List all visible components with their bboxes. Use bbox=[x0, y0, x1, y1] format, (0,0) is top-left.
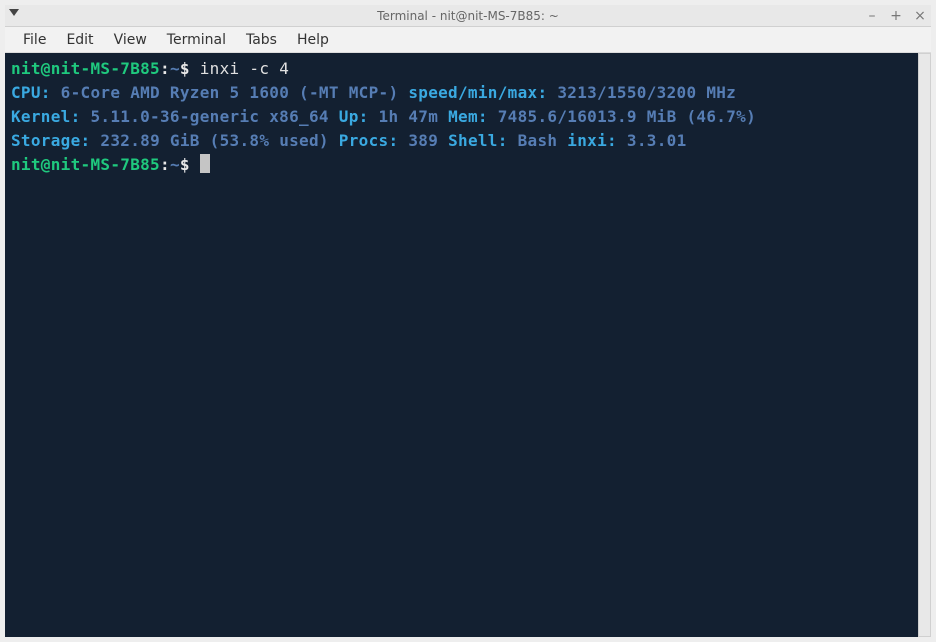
scrollbar-thumb[interactable] bbox=[918, 53, 931, 637]
prompt-line-1: nit@nit-MS-7B85:~$ inxi -c 4 bbox=[11, 57, 925, 81]
command-text: inxi -c 4 bbox=[200, 59, 289, 78]
shell-value: Bash bbox=[508, 131, 568, 150]
storage-value: 232.89 GiB (53.8% used) bbox=[90, 131, 338, 150]
procs-value: 389 bbox=[398, 131, 448, 150]
window-title: Terminal - nit@nit-MS-7B85: ~ bbox=[377, 9, 559, 23]
app-menu-icon[interactable] bbox=[9, 9, 19, 16]
menubar: File Edit View Terminal Tabs Help bbox=[5, 27, 931, 53]
window-controls: – + × bbox=[865, 5, 927, 26]
inxi-value: 3.3.01 bbox=[617, 131, 696, 150]
prompt-userhost: nit@nit-MS-7B85 bbox=[11, 59, 160, 78]
speed-value: 3213/1550/3200 MHz bbox=[547, 83, 746, 102]
prompt-symbol: $ bbox=[180, 59, 190, 78]
shell-label: Shell: bbox=[448, 131, 508, 150]
maximize-button[interactable]: + bbox=[889, 9, 903, 23]
menu-help[interactable]: Help bbox=[287, 29, 339, 51]
prompt-path: ~ bbox=[170, 59, 180, 78]
prompt-symbol-2: $ bbox=[180, 155, 190, 174]
minimize-button[interactable]: – bbox=[865, 9, 879, 23]
inxi-label: inxi: bbox=[567, 131, 617, 150]
speed-label: speed/min/max: bbox=[408, 83, 547, 102]
menu-terminal[interactable]: Terminal bbox=[157, 29, 236, 51]
menu-file[interactable]: File bbox=[13, 29, 56, 51]
scrollbar[interactable] bbox=[918, 53, 931, 637]
prompt-sep: : bbox=[160, 59, 170, 78]
terminal-window: Terminal - nit@nit-MS-7B85: ~ – + × File… bbox=[0, 0, 936, 642]
prompt-path-2: ~ bbox=[170, 155, 180, 174]
output-line-2: Kernel: 5.11.0-36-generic x86_64 Up: 1h … bbox=[11, 105, 925, 129]
output-line-3: Storage: 232.89 GiB (53.8% used) Procs: … bbox=[11, 129, 925, 153]
cpu-value: 6-Core AMD Ryzen 5 1600 (-MT MCP-) bbox=[51, 83, 409, 102]
close-button[interactable]: × bbox=[913, 9, 927, 23]
menu-edit[interactable]: Edit bbox=[56, 29, 103, 51]
prompt-userhost-2: nit@nit-MS-7B85 bbox=[11, 155, 160, 174]
terminal-area[interactable]: nit@nit-MS-7B85:~$ inxi -c 4 CPU: 6-Core… bbox=[5, 53, 931, 637]
prompt-line-2: nit@nit-MS-7B85:~$ bbox=[11, 153, 925, 177]
cpu-label: CPU: bbox=[11, 83, 51, 102]
menu-view[interactable]: View bbox=[104, 29, 157, 51]
menu-tabs[interactable]: Tabs bbox=[236, 29, 287, 51]
cursor bbox=[200, 154, 210, 173]
procs-label: Procs: bbox=[339, 131, 399, 150]
mem-value: 7485.6/16013.9 MiB (46.7%) bbox=[488, 107, 766, 126]
up-value: 1h 47m bbox=[369, 107, 448, 126]
storage-label: Storage: bbox=[11, 131, 90, 150]
up-label: Up: bbox=[339, 107, 369, 126]
kernel-value: 5.11.0-36-generic x86_64 bbox=[81, 107, 339, 126]
kernel-label: Kernel: bbox=[11, 107, 81, 126]
mem-label: Mem: bbox=[448, 107, 488, 126]
prompt-sep-2: : bbox=[160, 155, 170, 174]
output-line-1: CPU: 6-Core AMD Ryzen 5 1600 (-MT MCP-) … bbox=[11, 81, 925, 105]
titlebar[interactable]: Terminal - nit@nit-MS-7B85: ~ – + × bbox=[5, 5, 931, 27]
